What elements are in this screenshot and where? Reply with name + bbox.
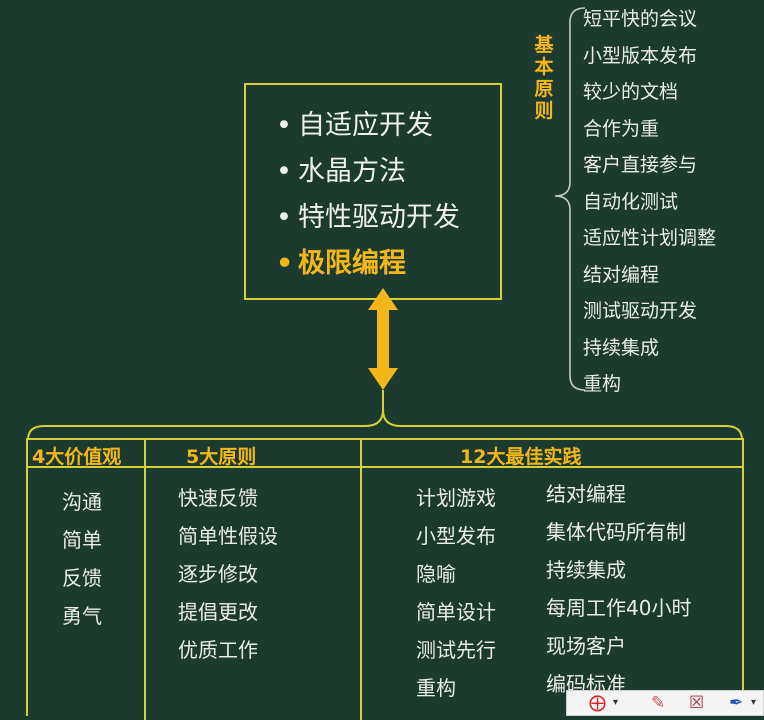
practice-item: 集体代码所有制 — [546, 520, 686, 544]
practice-item: 结对编程 — [546, 482, 626, 506]
annotation-toolbar: ⨁ ▾ ✎ ☒ ✒ ▾ — [566, 690, 764, 716]
practice-item: 重构 — [416, 676, 456, 700]
value-item: 简单 — [62, 528, 102, 552]
basic-principles-title: 基本原则 — [534, 34, 554, 122]
principle-cell: 简单性假设 — [178, 524, 278, 548]
principle-cell: 快速反馈 — [178, 486, 258, 510]
principles-header: 5大原则 — [186, 446, 257, 468]
principle-item: 自动化测试 — [583, 191, 679, 213]
principle-cell: 逐步修改 — [178, 562, 258, 586]
column-divider — [360, 440, 362, 720]
principle-item: 较少的文档 — [583, 81, 679, 103]
principle-item: 结对编程 — [583, 264, 660, 286]
principle-item: 测试驱动开发 — [583, 300, 698, 322]
column-divider — [144, 440, 146, 720]
principle-item: 适应性计划调整 — [583, 227, 717, 249]
xp-table: 4大价值观 5大原则 12大最佳实践 沟通 简单 反馈 勇气 快速反馈 简单性假… — [26, 438, 744, 720]
practice-item: 计划游戏 — [416, 486, 496, 510]
value-item: 沟通 — [62, 490, 102, 514]
principle-item: 客户直接参与 — [583, 154, 698, 176]
practices-header: 12大最佳实践 — [460, 446, 582, 468]
principle-item: 短平快的会议 — [583, 8, 698, 30]
practice-item: 测试先行 — [416, 638, 496, 662]
practice-item: 隐喻 — [416, 562, 456, 586]
practice-item: 持续集成 — [546, 558, 626, 582]
values-header: 4大价值观 — [32, 446, 122, 468]
table-header-divider — [28, 466, 742, 468]
value-item: 勇气 — [62, 604, 102, 628]
pointer-icon[interactable]: ⨁ — [589, 693, 606, 713]
eraser-icon[interactable]: ✎ — [651, 693, 665, 713]
principle-cell: 优质工作 — [178, 638, 258, 662]
principle-item: 合作为重 — [583, 118, 660, 140]
principle-item: 持续集成 — [583, 337, 660, 359]
dropdown-arrow-icon[interactable]: ▾ — [751, 693, 756, 713]
practice-item: 每周工作40小时 — [546, 596, 692, 620]
principle-item: 重构 — [583, 373, 622, 395]
clear-icon[interactable]: ☒ — [689, 693, 704, 713]
practice-item: 现场客户 — [546, 634, 626, 658]
principle-cell: 提倡更改 — [178, 600, 258, 624]
dropdown-arrow-icon[interactable]: ▾ — [613, 693, 618, 713]
value-item: 反馈 — [62, 566, 102, 590]
practice-item: 简单设计 — [416, 600, 496, 624]
principle-item: 小型版本发布 — [583, 45, 698, 67]
practice-item: 小型发布 — [416, 524, 496, 548]
pen-icon[interactable]: ✒ — [729, 693, 743, 713]
